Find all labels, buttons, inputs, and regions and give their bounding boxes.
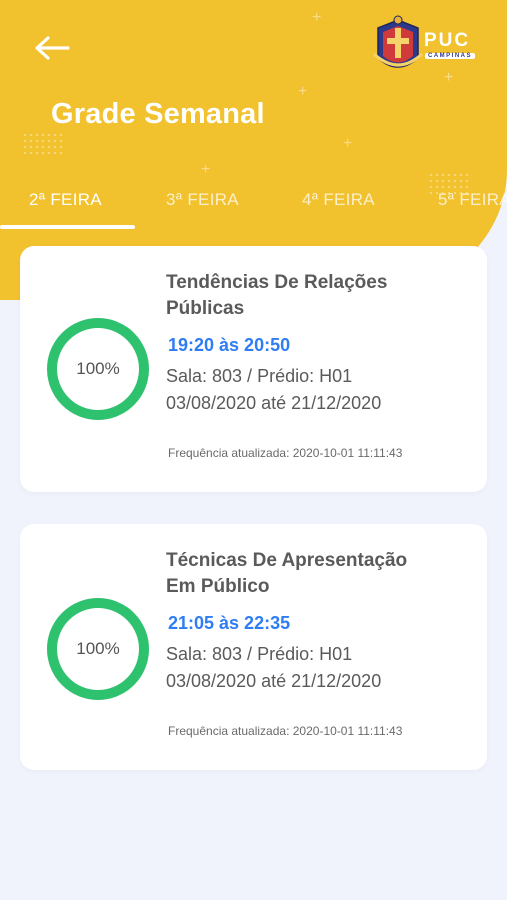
frequency-updated: Frequência atualizada: 2020-10-01 11:11:… — [168, 724, 403, 738]
class-title: Técnicas De Apresentação Em Público — [166, 548, 466, 600]
class-time: 21:05 às 22:35 — [168, 613, 291, 633]
puc-campinas-logo: PUC CAMPINAS — [372, 14, 480, 78]
dots-decoration — [22, 132, 62, 156]
class-title-line: Públicas — [166, 298, 245, 319]
active-tab-indicator — [0, 225, 135, 229]
page-title: Grade Semanal — [51, 98, 265, 130]
attendance-ring: 100% — [45, 316, 151, 422]
weekday-tabs: 2ª FEIRA 3ª FEIRA 4ª FEIRA 5ª FEIRA — [0, 180, 507, 230]
frequency-updated: Frequência atualizada: 2020-10-01 11:11:… — [168, 446, 403, 460]
class-title-line: Em Público — [166, 576, 270, 597]
logo-subtext: CAMPINAS — [425, 53, 476, 59]
class-dates: 03/08/2020 até 21/12/2020 — [166, 671, 382, 691]
tab-terca[interactable]: 3ª FEIRA — [166, 190, 239, 210]
sparkle-decoration: + — [343, 135, 353, 152]
attendance-percentage: 100% — [76, 639, 120, 658]
attendance-percentage: 100% — [76, 359, 120, 378]
class-title: Tendências De Relações Públicas — [166, 270, 466, 322]
sparkle-decoration: + — [298, 83, 308, 100]
class-title-line: Tendências De Relações — [166, 272, 388, 293]
back-button[interactable] — [30, 30, 74, 66]
class-card[interactable]: 100% Tendências De Relações Públicas 19:… — [20, 246, 487, 492]
attendance-ring: 100% — [45, 596, 151, 702]
logo-text: PUC — [424, 30, 471, 51]
class-card[interactable]: 100% Técnicas De Apresentação Em Público… — [20, 524, 487, 770]
class-room: Sala: 803 / Prédio: H01 — [166, 366, 353, 386]
crest-icon — [372, 15, 424, 68]
sparkle-decoration: + — [201, 161, 211, 178]
class-time: 19:20 às 20:50 — [168, 335, 291, 355]
tab-quarta[interactable]: 4ª FEIRA — [302, 190, 375, 210]
class-room: Sala: 803 / Prédio: H01 — [166, 644, 353, 664]
class-title-line: Técnicas De Apresentação — [166, 550, 408, 571]
tab-quinta[interactable]: 5ª FEIRA — [438, 190, 507, 210]
tab-segunda[interactable]: 2ª FEIRA — [29, 190, 102, 210]
class-dates: 03/08/2020 até 21/12/2020 — [166, 393, 382, 413]
arrow-left-icon — [35, 36, 70, 60]
sparkle-decoration: + — [312, 9, 322, 26]
